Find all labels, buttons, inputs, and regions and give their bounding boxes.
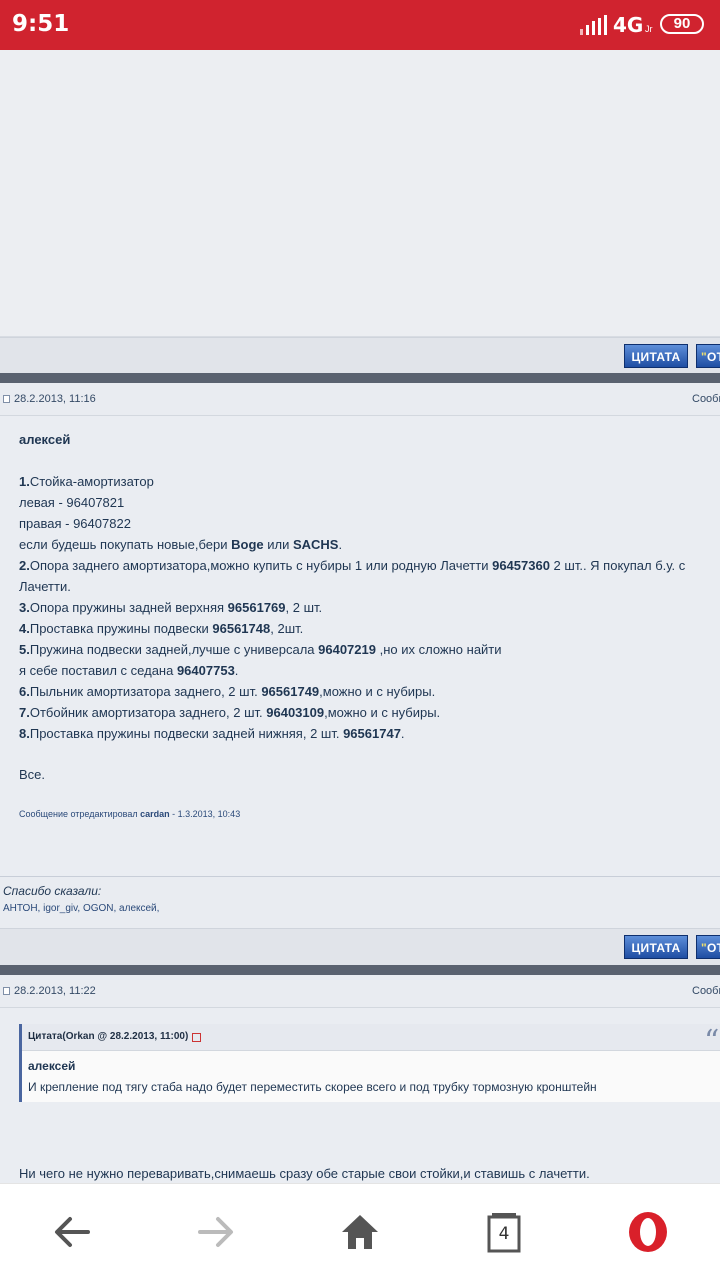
edited-note: Сообщение отредактировал cardan - 1.3.20…	[19, 809, 241, 819]
quote-block: Цитата(Orkan @ 28.2.2013, 11:00) “ алекс…	[19, 1024, 720, 1102]
reply-label: OT	[707, 350, 720, 364]
post-body: алексей 1.Стойка-амортизатор левая - 964…	[0, 416, 720, 876]
post-author[interactable]: алексей	[19, 432, 70, 447]
home-icon[interactable]	[332, 1204, 388, 1260]
post-line: 8.Проставка пружины подвески задней нижн…	[19, 726, 405, 741]
network-activity: Jr	[645, 24, 653, 34]
tabs-button[interactable]: 4	[476, 1204, 532, 1260]
post-line: 5.Пружина подвески задней,лучше с универ…	[19, 642, 502, 657]
edited-user-link[interactable]: cardan	[140, 809, 170, 819]
quote-text: И крепление под тягу стаба надо будет пе…	[28, 1080, 597, 1094]
thanks-label: Спасибо сказали:	[3, 884, 102, 898]
post-date: 28.2.2013, 11:22	[14, 985, 96, 997]
post-message-label: Сообщ	[692, 393, 720, 405]
network-type: 4G	[613, 13, 644, 37]
post-toolbar: ЦИТАТА "OT	[0, 928, 720, 965]
thanks-section: Спасибо сказали: АНТОН, igor_giv, OGON, …	[0, 876, 720, 923]
post-line: 7.Отбойник амортизатора заднего, 2 шт. 9…	[19, 705, 441, 720]
quote-button[interactable]: ЦИТАТА	[624, 344, 688, 368]
quote-mark-icon: “	[704, 1024, 720, 1059]
post-line: правая - 96407822	[19, 516, 131, 531]
opera-menu-icon[interactable]	[620, 1204, 676, 1260]
post-line: левая - 96407821	[19, 495, 125, 510]
back-arrow-icon[interactable]	[44, 1204, 100, 1260]
go-to-post-icon[interactable]	[192, 1033, 201, 1042]
reply-button[interactable]: "OT	[696, 935, 720, 959]
post-line: 1.Стойка-амортизатор	[19, 474, 154, 489]
reply-button[interactable]: "OT	[696, 344, 720, 368]
post-header: 28.2.2013, 11:16 Сообщ	[0, 383, 720, 416]
post-line: 4.Проставка пружины подвески 96561748, 2…	[19, 621, 304, 636]
post-message-label: Сообщ	[692, 985, 720, 997]
post-divider	[0, 965, 720, 975]
post-header: 28.2.2013, 11:22 Сообщ	[0, 975, 720, 1008]
post-line: 2.Опора заднего амортизатора,можно купит…	[19, 558, 686, 573]
post-line: Лачетти.	[19, 579, 71, 594]
post-date: 28.2.2013, 11:16	[14, 393, 96, 405]
quote-author: алексей	[28, 1059, 76, 1073]
post-line: если будешь покупать новые,бери Boge или…	[19, 537, 343, 552]
browser-nav-bar: 4	[0, 1183, 720, 1281]
quote-title: Цитата(Orkan @ 28.2.2013, 11:00)	[28, 1031, 189, 1042]
post-text: Ни чего не нужно переваривать,снимаешь с…	[19, 1166, 590, 1181]
status-bar: 9:51 4G Jr 90	[0, 0, 720, 50]
quote-button[interactable]: ЦИТАТА	[624, 935, 688, 959]
post-icon	[3, 395, 10, 403]
post-line: Все.	[19, 767, 46, 782]
signal-icon	[580, 15, 607, 35]
status-time: 9:51	[12, 11, 70, 37]
tabs-count: 4	[498, 1224, 510, 1244]
forward-arrow-icon[interactable]	[188, 1204, 244, 1260]
battery-icon: 90	[660, 14, 704, 34]
thanks-users[interactable]: АНТОН, igor_giv, OGON, алексей,	[3, 903, 159, 914]
post-line: я себе поставил с седана 96407753.	[19, 663, 239, 678]
post-line: 6.Пыльник амортизатора заднего, 2 шт. 96…	[19, 684, 436, 699]
blank-area	[0, 50, 720, 337]
page-content[interactable]: ЦИТАТА "OT 28.2.2013, 11:16 Сообщ алексе…	[0, 50, 720, 1183]
reply-label: OT	[707, 941, 720, 955]
post-line: 3.Опора пружины задней верхняя 96561769,…	[19, 600, 323, 615]
quote-header: Цитата(Orkan @ 28.2.2013, 11:00) “	[22, 1024, 720, 1059]
post-divider	[0, 373, 720, 383]
post-icon	[3, 987, 10, 995]
post-toolbar: ЦИТАТА "OT	[0, 337, 720, 374]
